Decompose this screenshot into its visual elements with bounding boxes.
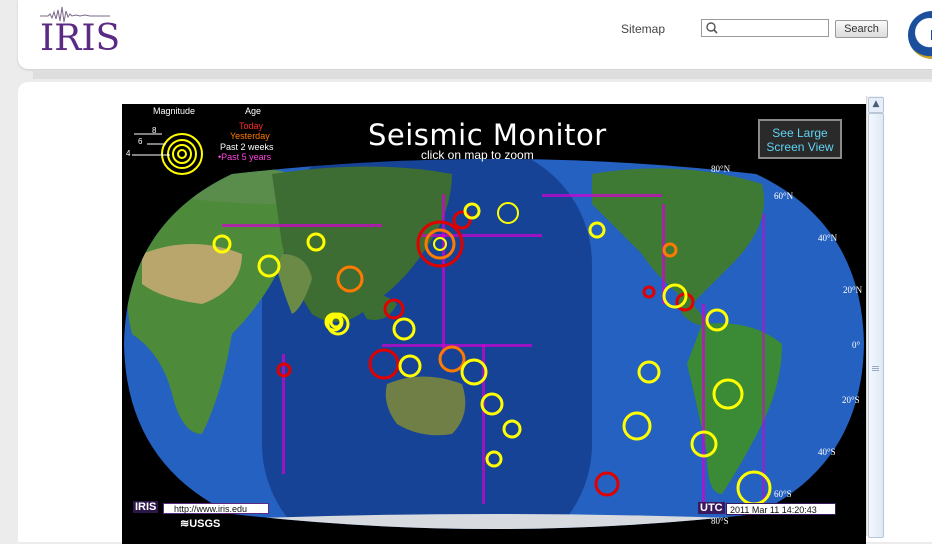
site-header: IRIS Sitemap Search N <box>18 0 932 69</box>
legend-age-past-5-years: •Past 5 years <box>218 152 272 162</box>
search-input[interactable] <box>701 19 829 37</box>
latitude-label: 80°N <box>711 164 731 174</box>
legend-age-past-5-years-label: Past 5 years <box>221 152 272 162</box>
monitor-title: Seismic Monitor <box>368 118 607 152</box>
utc-timestamp: 2011 Mar 11 14:20:43 <box>726 503 836 515</box>
search-icon <box>706 22 718 34</box>
legend-age-past-2-weeks: Past 2 weeks <box>220 142 274 152</box>
iris-logo[interactable]: IRIS <box>40 4 120 59</box>
legend-age-label: Age <box>245 106 262 116</box>
legend-magnitude-label: Magnitude <box>153 106 196 116</box>
footer-url[interactable]: http://www.iris.edu <box>163 503 269 514</box>
vertical-scrollbar[interactable]: ▲ <box>866 96 884 538</box>
seismic-monitor-map[interactable]: Seismic Monitor click on map to zoom See… <box>122 104 866 544</box>
latitude-label: 20°N <box>843 285 863 295</box>
scroll-grip-icon <box>872 366 879 367</box>
large-view-line2: Screen View <box>766 140 834 154</box>
latitude-label: 60°S <box>774 489 792 499</box>
large-screen-view-button[interactable]: See Large Screen View <box>758 119 842 159</box>
utc-label: UTC <box>698 502 725 514</box>
world-map-graphic[interactable] <box>122 104 866 544</box>
legend-mag-4: 4 <box>126 149 131 158</box>
search-button[interactable]: Search <box>835 20 888 38</box>
header-divider <box>33 71 932 79</box>
nsf-logo[interactable]: N <box>908 11 932 59</box>
latitude-label: 80°S <box>711 516 729 526</box>
footer-usgs-label: USGS <box>189 518 221 530</box>
logo-text: IRIS <box>40 18 121 59</box>
footer-iris-tag: IRIS <box>133 501 159 513</box>
scroll-thumb[interactable] <box>868 113 884 538</box>
legend-age-today: Today <box>239 121 264 131</box>
latitude-label: 60°N <box>774 191 794 201</box>
sitemap-link[interactable]: Sitemap <box>621 22 665 36</box>
large-view-line1: See Large <box>772 126 828 140</box>
magnitude-legend-rings <box>132 133 203 175</box>
monitor-subtitle: click on map to zoom <box>421 148 534 162</box>
antarctica-landmass <box>124 514 864 529</box>
scroll-up-arrow-icon[interactable]: ▲ <box>868 97 884 113</box>
latitude-label: 40°N <box>818 233 838 243</box>
legend-mag-8: 8 <box>152 126 157 135</box>
latitude-label: 20°S <box>842 395 860 405</box>
latitude-label: 0° <box>852 340 861 350</box>
latitude-label: 40°S <box>818 447 836 457</box>
legend-mag-6: 6 <box>138 137 143 146</box>
legend-age-yesterday: Yesterday <box>230 131 270 141</box>
footer-usgs-tag: ≋USGS <box>180 518 221 530</box>
